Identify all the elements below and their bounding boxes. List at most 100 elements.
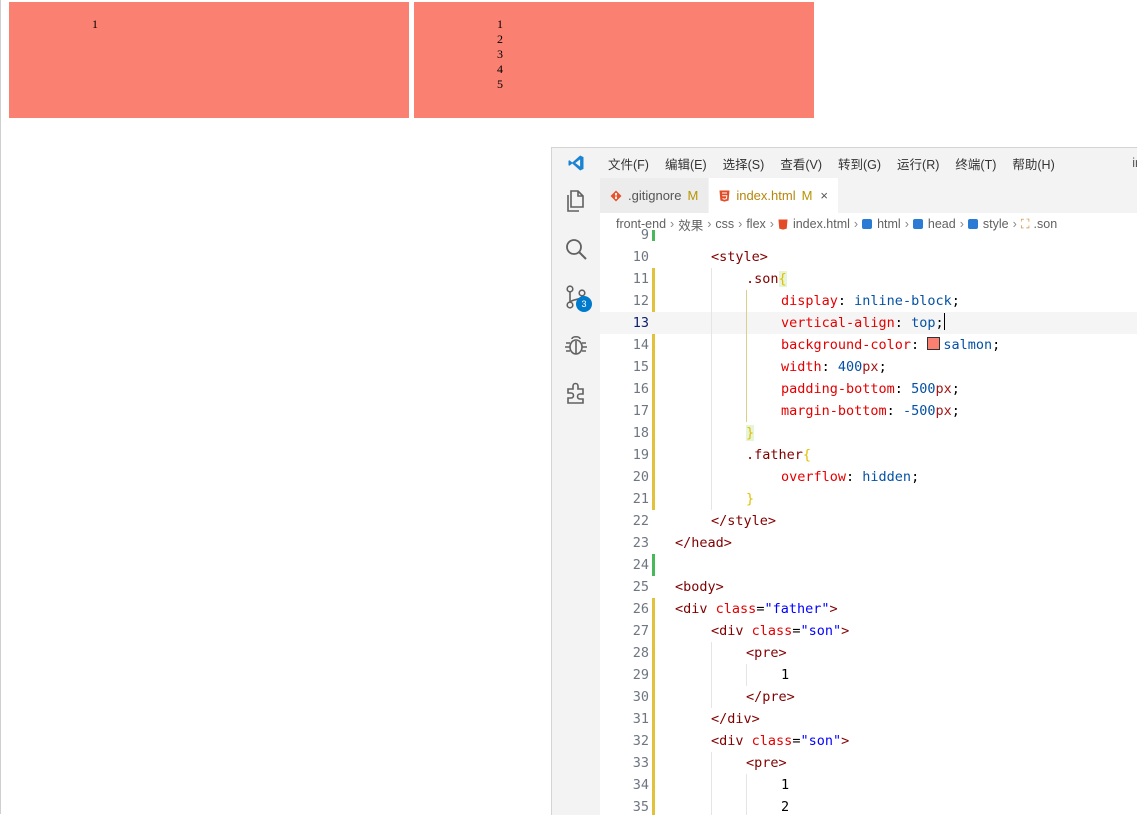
code-line: 18 } — [600, 422, 1137, 444]
code-text: <div class="father"> — [675, 601, 838, 617]
code-text: <pre> — [746, 755, 787, 771]
search-icon[interactable] — [563, 236, 589, 262]
window-left-border — [0, 0, 1, 814]
code-line: 20 overflow: hidden; — [600, 466, 1137, 488]
line-number: 21 — [632, 491, 649, 507]
code-text: <pre> — [746, 645, 787, 661]
menu-run[interactable]: 运行(R) — [889, 154, 947, 173]
vscode-logo-icon — [552, 148, 600, 178]
code-line: 24 — [600, 554, 1137, 576]
window-title: in — [1132, 156, 1137, 170]
code-text: 2 — [781, 799, 790, 815]
code-text: <div class="son"> — [711, 623, 850, 639]
code-line: 25 <body> — [600, 576, 1137, 598]
code-line: 34 1 — [600, 774, 1137, 796]
indent-guide-active — [746, 290, 747, 422]
explorer-icon[interactable] — [563, 188, 589, 214]
line-number: 11 — [632, 271, 649, 287]
line-number: 35 — [632, 799, 649, 815]
git-icon — [610, 190, 622, 201]
code-text: margin-bottom: -500px; — [781, 403, 960, 419]
line-number: 28 — [632, 645, 649, 661]
code-text: <style> — [711, 249, 768, 265]
code-text: vertical-align: top; — [781, 313, 945, 331]
code-text: </div> — [711, 711, 760, 727]
code-line: 28 <pre> — [600, 642, 1137, 664]
code-text: 1 — [781, 777, 790, 793]
line-number: 27 — [632, 623, 649, 639]
menu-selection[interactable]: 选择(S) — [715, 154, 773, 173]
code-text: .son{ — [746, 271, 787, 287]
line-number: 19 — [632, 447, 649, 463]
code-text: <body> — [675, 579, 724, 595]
line-number: 9 — [640, 227, 649, 243]
indent-guide — [746, 664, 747, 686]
code-line: 22 </style> — [600, 510, 1137, 532]
menu-edit[interactable]: 编辑(E) — [657, 154, 715, 173]
line-number: 17 — [632, 403, 649, 419]
tab-gitignore[interactable]: .gitignore M — [600, 178, 710, 213]
line-number: 24 — [632, 557, 649, 573]
code-line: 16 padding-bottom: 500px; — [600, 378, 1137, 400]
code-text: background-color: salmon; — [781, 337, 1001, 353]
line-number: 20 — [632, 469, 649, 485]
son-box-1-text: 1 — [92, 17, 98, 31]
debug-icon[interactable] — [563, 332, 589, 358]
tab-index-html[interactable]: index.html M × — [709, 178, 840, 213]
line-number: 29 — [632, 667, 649, 683]
line-number: 31 — [632, 711, 649, 727]
code-line: 19 .father{ — [600, 444, 1137, 466]
code-text: display: inline-block; — [781, 293, 960, 309]
code-line: 27 <div class="son"> — [600, 620, 1137, 642]
menu-help[interactable]: 帮助(H) — [1004, 154, 1062, 173]
line-number: 10 — [632, 249, 649, 265]
code-line: 10 <style> — [600, 246, 1137, 268]
code-editor[interactable]: 9 10 <style> 11 .son{ 12 display: inline… — [600, 227, 1137, 815]
code-text: 1 — [781, 667, 790, 683]
menu-file[interactable]: 文件(F) — [600, 154, 657, 173]
indent-guide — [711, 752, 712, 815]
line-number: 33 — [632, 755, 649, 771]
code-text: } — [746, 425, 755, 441]
line-number: 14 — [632, 337, 649, 353]
code-line: 11 .son{ — [600, 268, 1137, 290]
line-number: 18 — [632, 425, 649, 441]
color-swatch[interactable] — [927, 337, 941, 350]
vscode-window: 文件(F) 编辑(E) 选择(S) 查看(V) 转到(G) 运行(R) 终端(T… — [551, 147, 1137, 815]
tab-gitignore-status: M — [687, 188, 699, 203]
code-line: 33 <pre> — [600, 752, 1137, 774]
code-text: } — [746, 491, 755, 507]
code-text: padding-bottom: 500px; — [781, 381, 960, 397]
son-box-1: 1 — [9, 2, 409, 118]
close-icon[interactable]: × — [820, 188, 828, 203]
code-line: 9 — [600, 224, 1137, 246]
code-line: 32 <div class="son"> — [600, 730, 1137, 752]
line-number: 15 — [632, 359, 649, 375]
tab-index-html-status: M — [801, 188, 813, 203]
code-line: 21 } — [600, 488, 1137, 510]
activity-bar: 3 — [552, 178, 600, 815]
code-line: 23 </head> — [600, 532, 1137, 554]
html5-icon — [719, 190, 730, 202]
menu-go[interactable]: 转到(G) — [830, 154, 889, 173]
son-box-2-text: 1 2 3 4 5 — [497, 17, 503, 91]
menu-terminal[interactable]: 终端(T) — [947, 154, 1004, 173]
code-text: width: 400px; — [781, 359, 887, 375]
indent-guide — [711, 268, 712, 510]
indent-guide — [746, 774, 747, 815]
code-line: 30 </pre> — [600, 686, 1137, 708]
code-line: 14 background-color: salmon; — [600, 334, 1137, 356]
code-line: 35 2 — [600, 796, 1137, 815]
code-line: 12 display: inline-block; — [600, 290, 1137, 312]
line-number: 26 — [632, 601, 649, 617]
line-number: 22 — [632, 513, 649, 529]
extensions-icon[interactable] — [563, 380, 589, 406]
line-number: 34 — [632, 777, 649, 793]
tab-index-html-label: index.html — [736, 188, 796, 203]
git-added-marker — [652, 230, 655, 241]
code-line: 15 width: 400px; — [600, 356, 1137, 378]
menu-view[interactable]: 查看(V) — [772, 154, 830, 173]
title-bar: 文件(F) 编辑(E) 选择(S) 查看(V) 转到(G) 运行(R) 终端(T… — [552, 148, 1137, 178]
code-line: 31 </div> — [600, 708, 1137, 730]
source-control-badge: 3 — [576, 296, 592, 312]
